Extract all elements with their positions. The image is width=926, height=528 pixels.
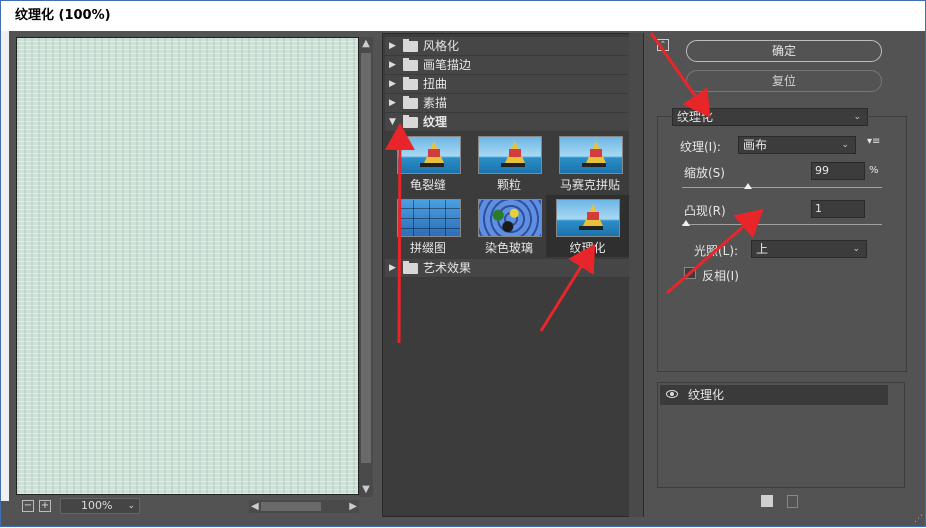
filter-thumb-patchwork[interactable]: 拼缀图 [389, 195, 467, 257]
effect-layer-row[interactable]: 纹理化 [660, 385, 888, 405]
scrollbar-thumb[interactable] [361, 53, 371, 463]
folder-icon [403, 58, 418, 71]
tree-scrollbar[interactable] [629, 33, 643, 517]
effect-layer-label: 纹理化 [688, 388, 725, 402]
folder-icon [403, 39, 418, 52]
new-effect-layer-icon[interactable] [761, 495, 773, 507]
preview-vertical-scrollbar[interactable]: ▲ ▼ [359, 37, 373, 497]
filter-caption: 龟裂缝 [409, 178, 446, 192]
chevron-down-icon: ⌄ [841, 140, 849, 150]
filter-gallery-tree: ▶ 风格化 ▶ 画笔描边 ▶ 扭曲 ▶ 素描 ▼ 纹理 龟裂缝 颗粒 马赛克拼贴… [382, 33, 644, 517]
expand-triangle-icon: ▶ [389, 60, 396, 70]
filter-thumbnail [559, 136, 623, 174]
scale-slider-knob[interactable] [744, 183, 752, 189]
category-artistic[interactable]: ▶ 艺术效果 [385, 259, 629, 278]
scroll-left-icon[interactable]: ◀ [251, 500, 259, 513]
filter-caption: 颗粒 [496, 178, 521, 192]
open-folder-icon [403, 115, 418, 128]
category-label: 扭曲 [423, 77, 448, 91]
chevron-down-icon: ⌄ [852, 244, 860, 254]
filter-thumbnail [478, 199, 542, 237]
folder-icon [403, 77, 418, 90]
expand-triangle-icon: ▶ [389, 263, 396, 273]
filter-caption: 拼缀图 [409, 241, 446, 255]
category-label: 艺术效果 [423, 261, 472, 275]
scroll-right-icon[interactable]: ▶ [349, 500, 357, 513]
category-label: 画笔描边 [423, 58, 472, 72]
chevron-down-icon: ⌄ [127, 501, 135, 511]
filter-thumbnail [556, 199, 620, 237]
scale-label: 缩放(S) [684, 166, 725, 180]
category-label: 素描 [423, 96, 448, 110]
window-title: 纹理化 (100%) [1, 1, 925, 31]
texture-menu-icon[interactable]: ▾≡ [867, 136, 880, 147]
preview-horizontal-scrollbar[interactable]: ◀ ▶ [249, 500, 359, 513]
filter-thumbnail [397, 199, 461, 237]
category-label: 纹理 [423, 115, 448, 129]
relief-slider-knob[interactable] [682, 220, 690, 226]
scale-input[interactable]: 99 [811, 162, 865, 180]
folder-icon [403, 96, 418, 109]
relief-label: 凸现(R) [684, 204, 726, 218]
light-select-value: 上 [756, 242, 769, 256]
invert-label: 反相(I) [702, 269, 739, 283]
filter-thumb-texturizer[interactable]: 纹理化 [546, 195, 629, 257]
filter-caption: 染色玻璃 [484, 241, 533, 255]
zoom-out-button[interactable]: − [22, 500, 34, 512]
effect-layers-panel: 纹理化 [657, 382, 905, 488]
filter-thumb-craquelure[interactable]: 龟裂缝 [389, 132, 467, 194]
background-strip [1, 31, 9, 501]
expand-triangle-icon: ▶ [389, 98, 396, 108]
collapse-triangle-icon: ▼ [389, 117, 396, 127]
relief-slider[interactable] [682, 220, 882, 226]
expand-triangle-icon: ▶ [389, 41, 396, 51]
filter-thumbnail [478, 136, 542, 174]
reset-button[interactable]: 复位 [686, 70, 882, 92]
light-label: 光照(L): [694, 244, 739, 258]
texture-select-value: 画布 [743, 138, 768, 152]
light-select[interactable]: 上 ⌄ [751, 240, 867, 258]
expand-triangle-icon: ▶ [389, 79, 396, 89]
category-label: 风格化 [423, 39, 460, 53]
scrollbar-thumb[interactable] [261, 502, 321, 511]
zoom-level-select[interactable]: 100% ⌄ [60, 498, 140, 514]
invert-checkbox[interactable] [684, 267, 696, 279]
preview-canvas[interactable] [16, 37, 359, 495]
category-texture[interactable]: ▼ 纹理 [385, 113, 629, 132]
scroll-up-icon[interactable]: ▲ [359, 37, 373, 51]
texture-label: 纹理(I): [680, 140, 721, 154]
scale-slider[interactable] [682, 183, 882, 189]
scroll-down-icon[interactable]: ▼ [359, 483, 373, 497]
trash-icon[interactable] [787, 495, 798, 508]
ok-button[interactable]: 确定 [686, 40, 882, 62]
resize-grip-icon[interactable]: ⋰ [914, 514, 923, 524]
filter-thumbnail [397, 136, 461, 174]
filter-thumb-stained-glass[interactable]: 染色玻璃 [470, 195, 548, 257]
collapse-gallery-icon[interactable]: ⌃ [657, 39, 669, 51]
category-sketch[interactable]: ▶ 素描 [385, 94, 629, 113]
relief-input[interactable]: 1 [811, 200, 865, 218]
zoom-level: 100% [81, 499, 113, 512]
filter-thumb-grain[interactable]: 颗粒 [470, 132, 548, 194]
filter-thumb-mosaic-tiles[interactable]: 马赛克拼贴 [551, 132, 629, 194]
texturizer-dialog: 纹理化 (100%) ▲ ▼ − + 100% ⌄ ◀ ▶ ▶ 风格化 ▶ 画笔描… [0, 0, 926, 527]
category-stylize[interactable]: ▶ 风格化 [385, 37, 629, 56]
texture-select[interactable]: 画布 ⌄ [738, 136, 856, 154]
folder-icon [403, 261, 418, 274]
zoom-in-button[interactable]: + [39, 500, 51, 512]
filter-caption: 纹理化 [569, 241, 606, 255]
eye-icon[interactable] [666, 390, 678, 398]
category-brush-strokes[interactable]: ▶ 画笔描边 [385, 56, 629, 75]
scale-unit: % [869, 165, 879, 176]
category-distort[interactable]: ▶ 扭曲 [385, 75, 629, 94]
filter-caption: 马赛克拼贴 [559, 178, 620, 192]
